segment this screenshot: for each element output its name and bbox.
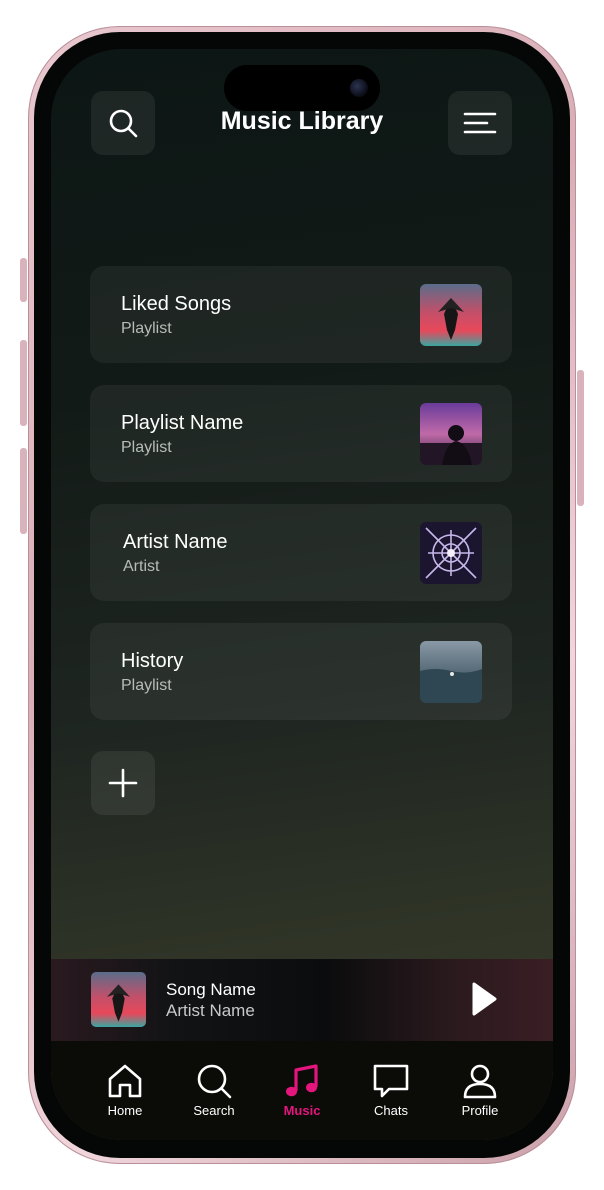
tab-search[interactable]: Search (179, 1063, 249, 1118)
search-icon (197, 1064, 232, 1099)
library-item-title: History (121, 650, 184, 672)
now-playing-artist: Artist Name (166, 1001, 255, 1020)
library-item-title: Liked Songs (121, 293, 232, 315)
album-art (420, 403, 482, 465)
tab-label: Music (283, 1103, 321, 1118)
library-item-playlist[interactable]: Playlist Name Playlist (90, 385, 512, 482)
library-item-title: Artist Name (123, 531, 228, 553)
tab-chats[interactable]: Chats (356, 1063, 426, 1118)
library-item-subtitle: Playlist (121, 320, 172, 337)
chat-icon (373, 1064, 409, 1098)
tab-label: Chats (374, 1103, 408, 1118)
dynamic-island (224, 65, 380, 111)
tab-home[interactable]: Home (90, 1063, 160, 1118)
tab-music[interactable]: Music (267, 1063, 337, 1118)
home-icon (108, 1064, 142, 1098)
volume-down-button (20, 448, 27, 534)
library-item-subtitle: Playlist (121, 677, 172, 694)
power-button (577, 370, 584, 506)
menu-icon (463, 112, 497, 134)
add-button[interactable] (91, 751, 155, 815)
play-button[interactable] (469, 981, 499, 1017)
library-item-liked-songs[interactable]: Liked Songs Playlist (90, 266, 512, 363)
library-item-history[interactable]: History Playlist (90, 623, 512, 720)
tab-label: Home (107, 1103, 143, 1118)
library-item-artist[interactable]: Artist Name Artist (90, 504, 512, 601)
menu-button[interactable] (448, 91, 512, 155)
volume-up-button (20, 340, 27, 426)
camera-icon (350, 79, 368, 97)
now-playing-art (91, 972, 146, 1027)
tab-bar: Home Search Music Chats Profile (51, 1041, 553, 1140)
album-art (420, 284, 482, 346)
album-art (420, 522, 482, 584)
tab-label: Profile (461, 1103, 499, 1118)
music-note-icon (286, 1064, 318, 1097)
library-item-subtitle: Artist (123, 558, 160, 575)
plus-icon (108, 768, 138, 798)
play-icon (472, 982, 497, 1016)
profile-icon (463, 1064, 497, 1099)
silent-switch (20, 258, 27, 302)
library-item-title: Playlist Name (121, 412, 244, 434)
album-art (420, 641, 482, 703)
library-item-subtitle: Playlist (121, 439, 172, 456)
tab-profile[interactable]: Profile (445, 1063, 515, 1118)
tab-label: Search (193, 1103, 235, 1118)
app-screen: Music Library Liked Songs Playlist Playl… (51, 49, 553, 1140)
mini-player[interactable]: Song Name Artist Name (51, 959, 553, 1041)
now-playing-song: Song Name (166, 980, 256, 999)
